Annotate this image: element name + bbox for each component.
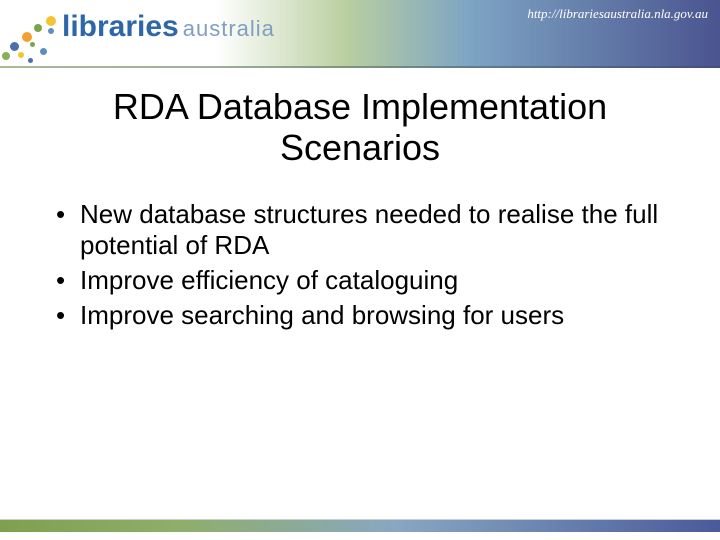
logo-text: librariesaustralia bbox=[62, 10, 275, 44]
slide-title: RDA Database Implementation Scenarios bbox=[50, 86, 670, 169]
header-url: http://librariesaustralia.nla.gov.au bbox=[527, 6, 708, 22]
bullet-list: New database structures needed to realis… bbox=[52, 199, 680, 332]
logo-sub-word: australia bbox=[183, 16, 275, 41]
footer-bar bbox=[0, 520, 720, 532]
logo-main-word: libraries bbox=[62, 10, 179, 43]
bullet-item: Improve searching and browsing for users bbox=[52, 300, 680, 331]
logo-dots bbox=[0, 14, 70, 68]
bullet-item: New database structures needed to realis… bbox=[52, 199, 680, 261]
banner-underline bbox=[0, 66, 720, 68]
bullet-item: Improve efficiency of cataloguing bbox=[52, 265, 680, 296]
header-banner: librariesaustralia http://librariesaustr… bbox=[0, 0, 720, 68]
